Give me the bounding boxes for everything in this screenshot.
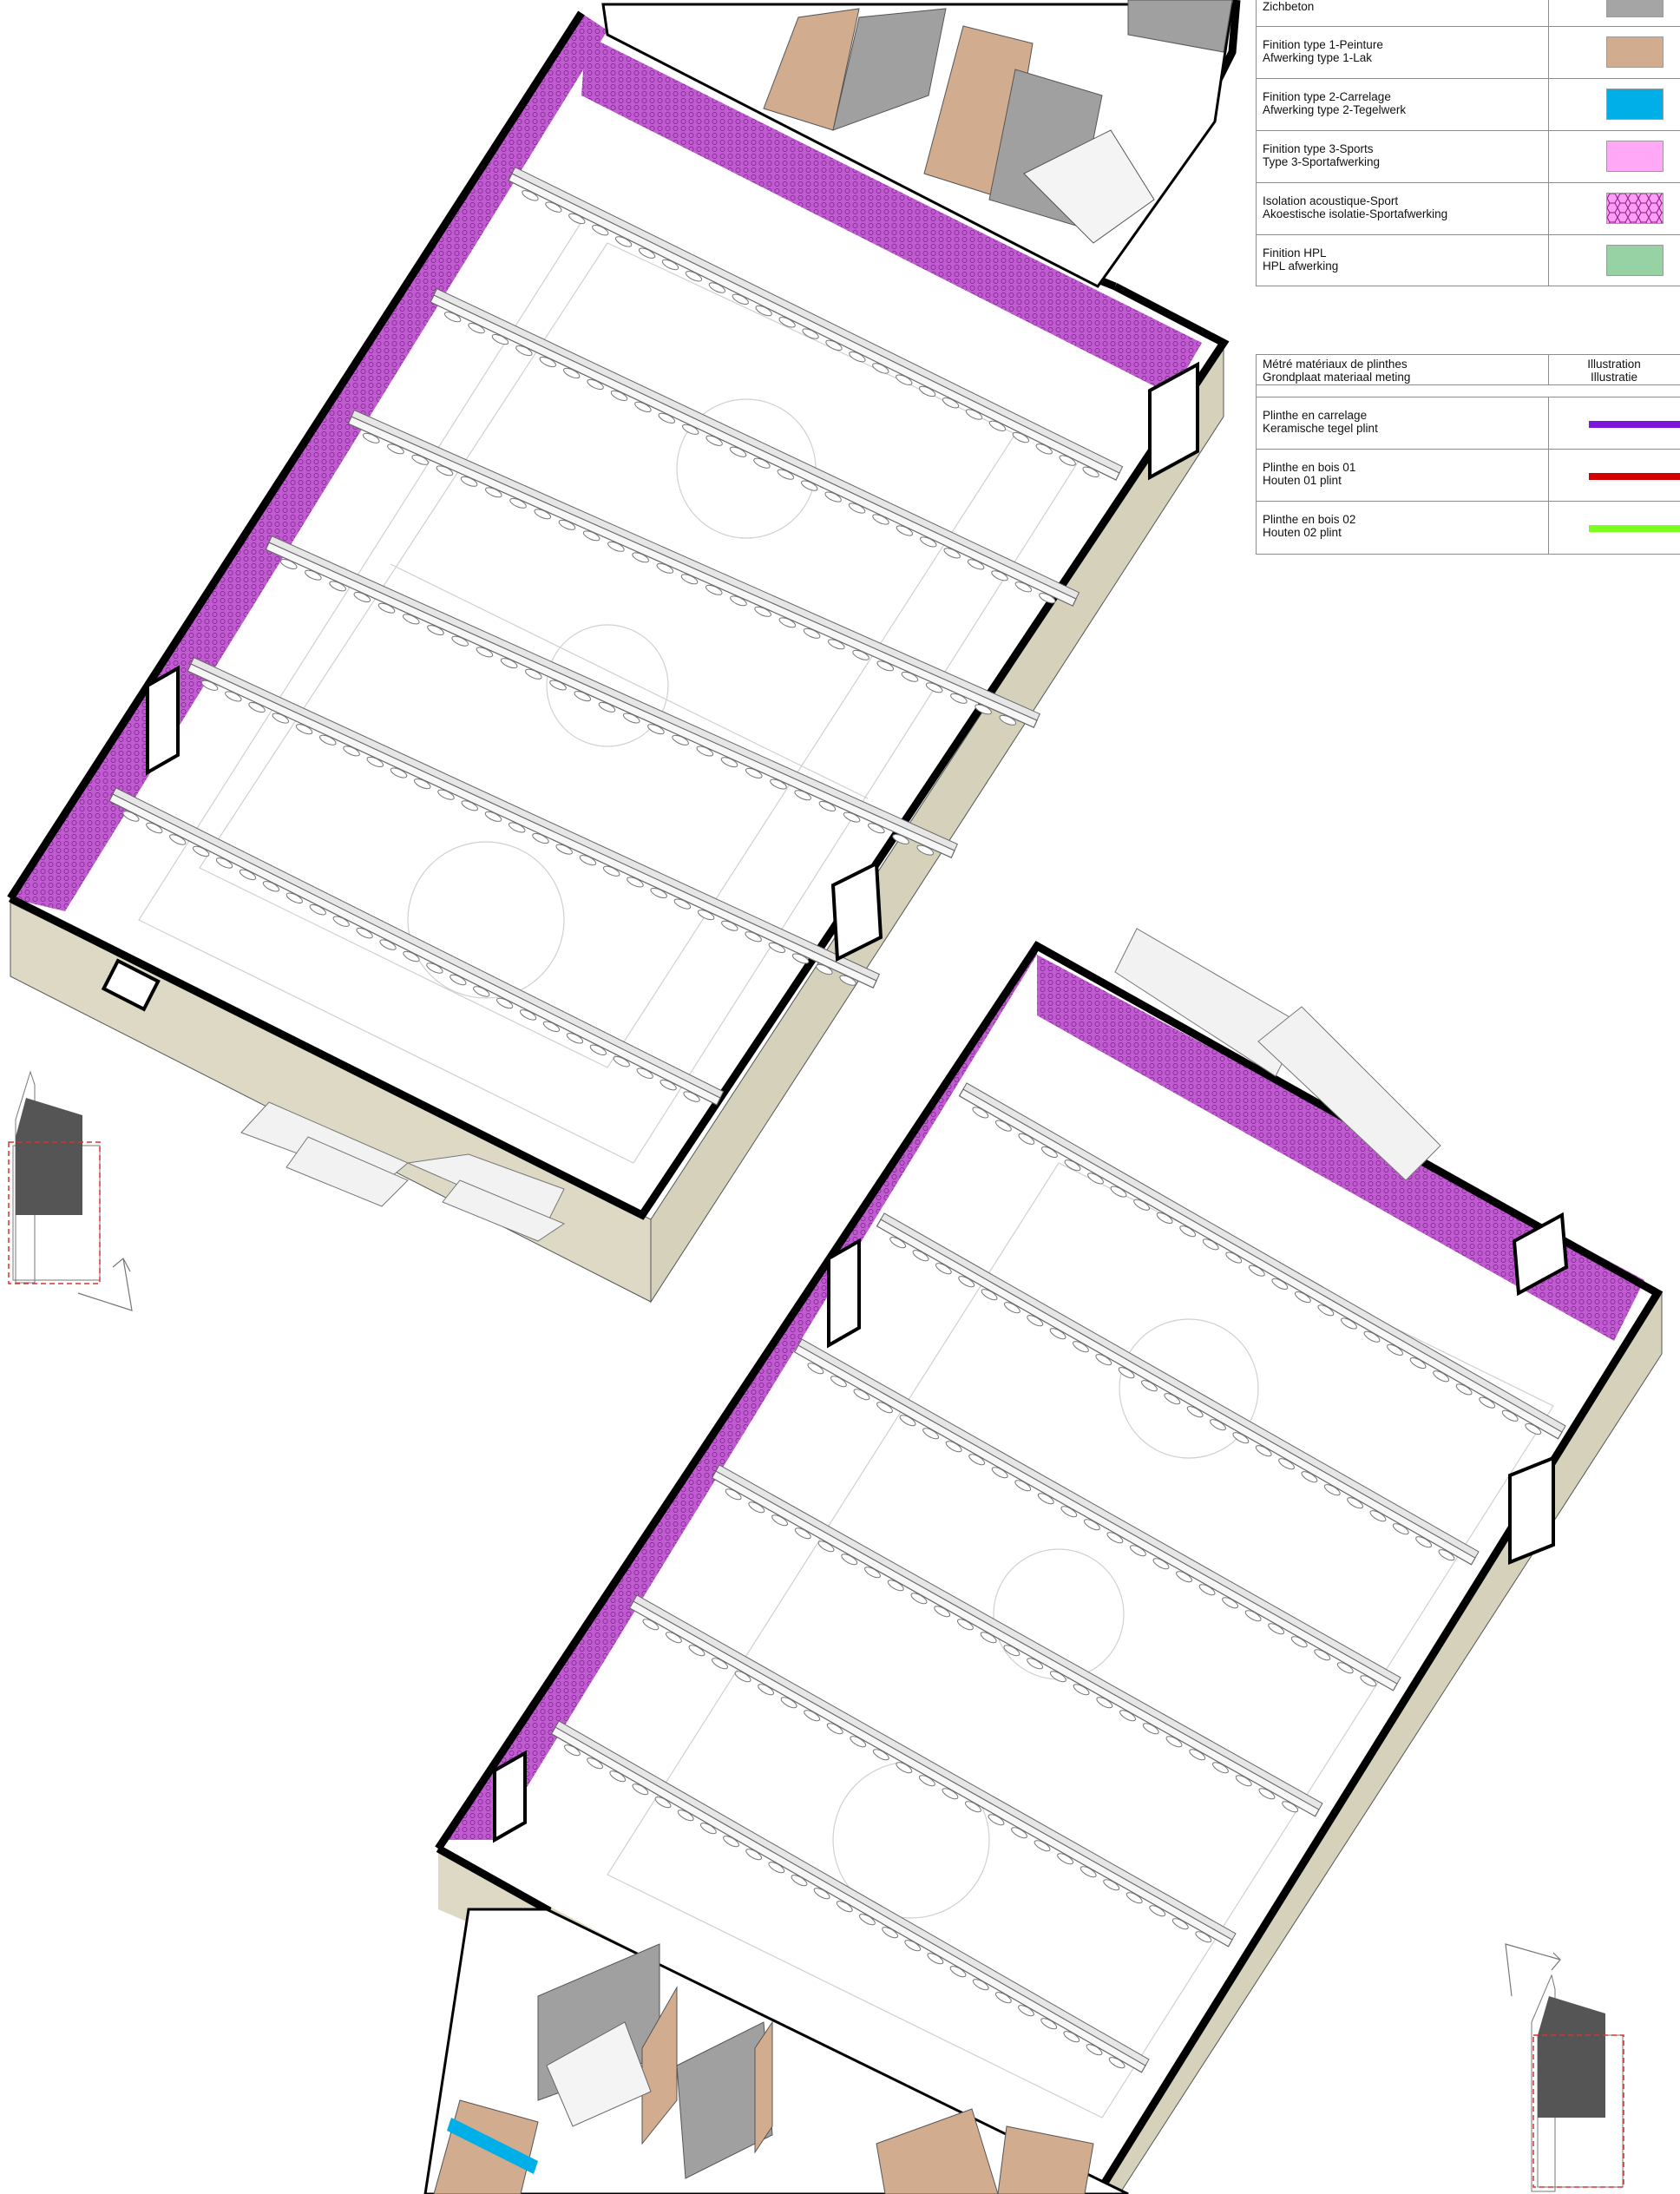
swatch-sports — [1606, 141, 1664, 172]
legend-text-fr: Finition type 1-Peinture — [1263, 38, 1383, 51]
plinth-header-nl: Grondplaat materiaal meting — [1263, 371, 1411, 384]
legend-row-paint: Finition type 1-Peinture Afwerking type … — [1256, 27, 1680, 79]
plinth-legend-header: Métré matériaux de plinthes Grondplaat m… — [1256, 354, 1680, 385]
legend-text-fr: Finition type 2-Carrelage — [1263, 90, 1391, 103]
legend-row-concrete: Zichbeton — [1256, 0, 1680, 27]
legend-row-hpl: Finition HPL HPL afwerking — [1256, 235, 1680, 286]
plinth-line-tile — [1589, 421, 1680, 428]
plinth-text-fr: Plinthe en bois 02 — [1263, 513, 1356, 526]
plinth-text-fr: Plinthe en carrelage — [1263, 409, 1368, 422]
plinth-line-wood-02 — [1589, 525, 1680, 532]
window-icon — [1508, 1455, 1555, 1565]
illustration-header-nl: Illustratie — [1590, 371, 1638, 384]
isometric-floor-drawing — [7, 0, 1664, 2194]
swatch-concrete — [1606, 0, 1664, 17]
plinth-row-wood-02: Plinthe en bois 02 Houten 02 plint — [1256, 502, 1680, 555]
legend-text-nl: Afwerking type 1-Lak — [1263, 51, 1373, 64]
legend-text-fr: Zichbeton — [1263, 0, 1315, 13]
legend-text-fr: Finition type 3-Sports — [1263, 142, 1374, 155]
plinth-row-tile: Plinthe en carrelage Keramische tegel pl… — [1256, 397, 1680, 450]
window-icon — [493, 1750, 527, 1843]
plinth-text-nl: Houten 01 plint — [1263, 474, 1342, 487]
legend-label: Zichbeton — [1263, 0, 1314, 13]
legend-text-nl: Type 3-Sportafwerking — [1263, 155, 1381, 168]
plinth-row-spacer — [1256, 385, 1680, 397]
legend-text-fr: Isolation acoustique-Sport — [1263, 194, 1399, 207]
legend-text-nl: Afwerking type 2-Tegelwerk — [1263, 103, 1407, 116]
legend-text-fr: Finition HPL — [1263, 246, 1327, 259]
legend-text-nl: HPL afwerking — [1263, 259, 1339, 273]
window-icon — [146, 665, 180, 776]
legend-row-acoustic: Isolation acoustique-Sport Akoestische i… — [1256, 183, 1680, 235]
plinth-row-wood-01: Plinthe en bois 01 Houten 01 plint — [1256, 450, 1680, 502]
legend-row-sports: Finition type 3-Sports Type 3-Sportafwer… — [1256, 131, 1680, 183]
illustration-header-fr: Illustration — [1587, 358, 1641, 371]
swatch-hpl — [1606, 245, 1664, 276]
legend-row-tile: Finition type 2-Carrelage Afwerking type… — [1256, 79, 1680, 131]
swatch-acoustic-hexagon — [1606, 193, 1664, 224]
key-plan-lower — [1505, 1943, 1624, 2192]
swatch-paint — [1606, 36, 1664, 68]
plinth-text-fr: Plinthe en bois 01 — [1263, 461, 1356, 474]
legend-text-nl: Akoestische isolatie-Sportafwerking — [1263, 207, 1448, 220]
plinth-text-nl: Houten 02 plint — [1263, 526, 1342, 539]
plinth-line-wood-01 — [1589, 473, 1680, 480]
plinth-text-nl: Keramische tegel plint — [1263, 422, 1378, 435]
key-plan-upper — [8, 1070, 133, 1311]
window-icon — [827, 1238, 861, 1349]
plinth-header-fr: Métré matériaux de plinthes — [1263, 358, 1408, 371]
swatch-tile — [1606, 89, 1664, 120]
